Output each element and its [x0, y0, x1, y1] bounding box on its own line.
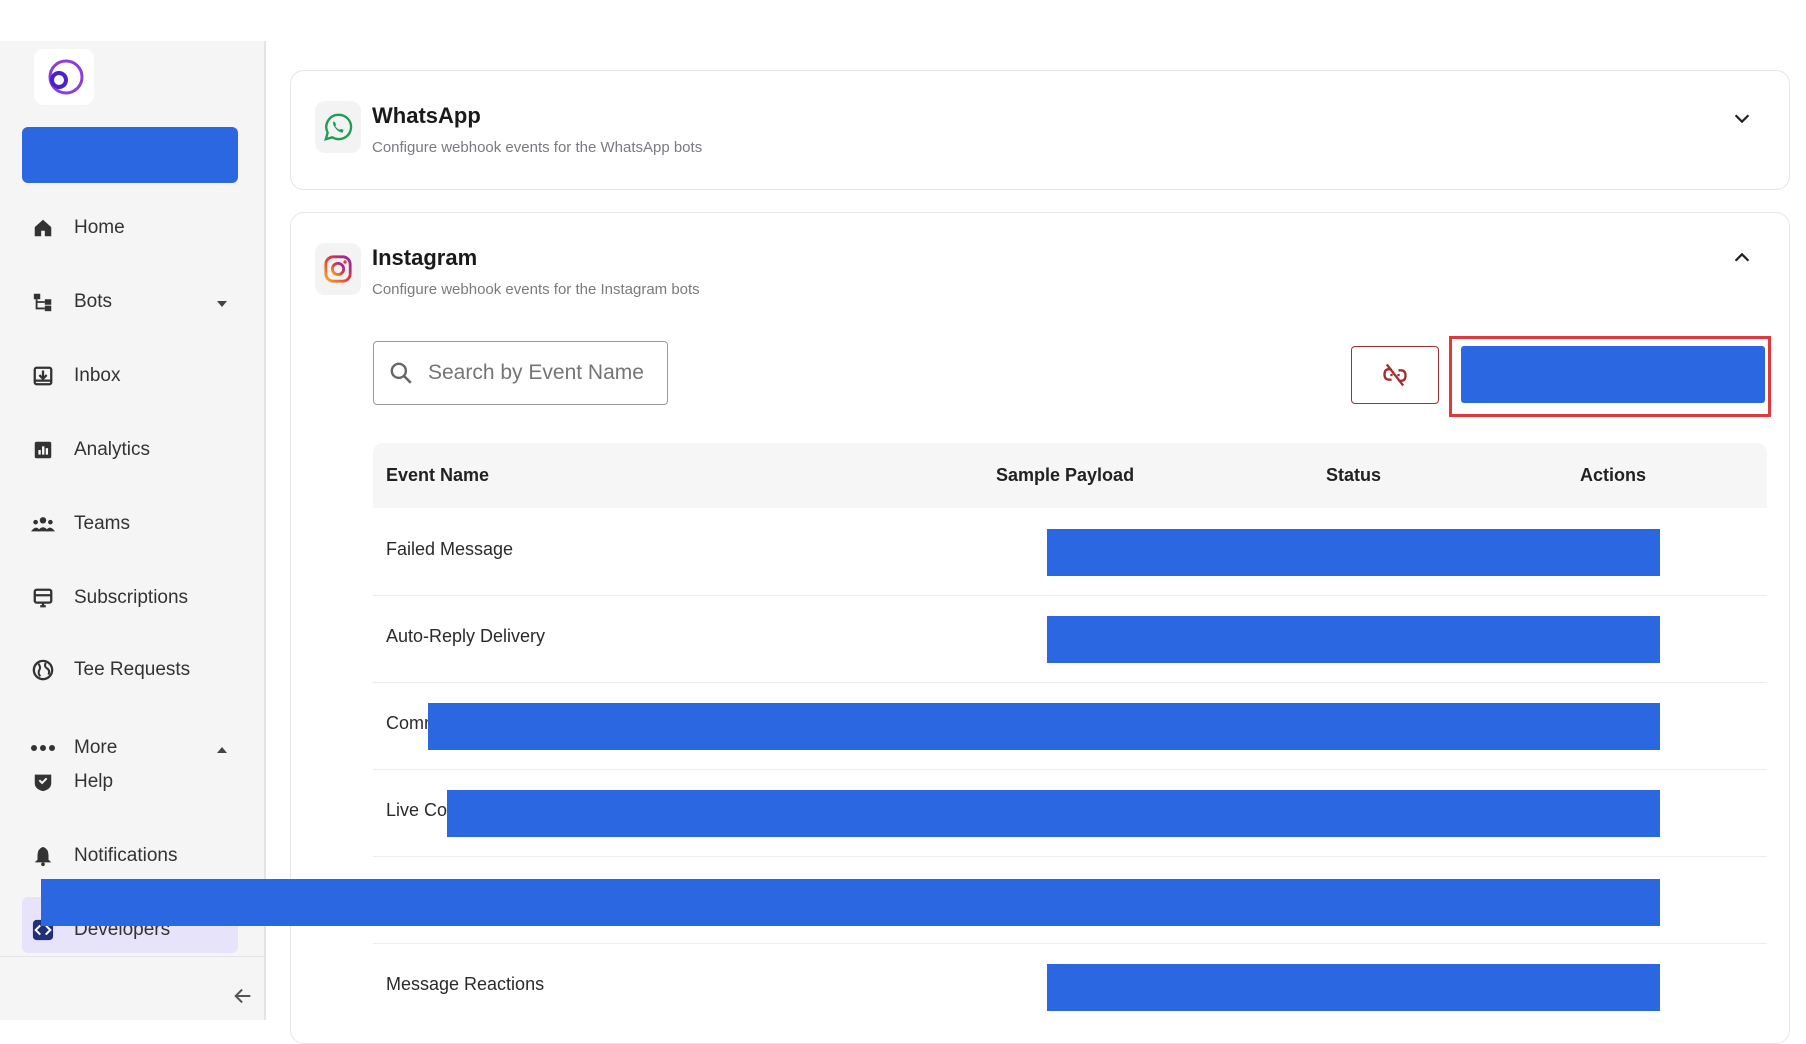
table-header: Event Name Sample Payload Status Actions: [373, 443, 1767, 508]
sidebar-item-label: Notifications: [74, 845, 178, 866]
divider: [0, 956, 264, 957]
card-subtitle: Configure webhook events for the WhatsAp…: [372, 139, 703, 156]
home-icon: [30, 215, 56, 241]
bots-icon: [30, 289, 56, 315]
row-redaction: [1047, 616, 1660, 663]
sidebar-item-label: Tee Requests: [74, 659, 191, 680]
more-icon: [30, 735, 56, 761]
unlink-icon: [1383, 363, 1407, 387]
wide-redaction: [41, 879, 1660, 926]
header-status: Status: [1326, 465, 1382, 485]
card-title: WhatsApp: [372, 103, 481, 128]
event-search-box[interactable]: [373, 341, 668, 405]
row-redaction: [428, 703, 1660, 750]
sidebar-item-label: Teams: [74, 513, 130, 534]
analytics-icon: [30, 437, 56, 463]
sidebar-item-subscriptions[interactable]: Subscriptions: [30, 585, 188, 611]
sidebar-item-notifications[interactable]: Notifications: [30, 843, 178, 869]
sidebar-item-more[interactable]: More: [30, 735, 227, 761]
row-redaction: [1047, 964, 1660, 1011]
chevron-down-icon[interactable]: [1731, 107, 1753, 129]
sidebar-item-label: Inbox: [74, 365, 121, 386]
top-strip: [0, 0, 265, 41]
inbox-icon: [30, 363, 56, 389]
sidebar-item-teams[interactable]: Teams: [30, 511, 130, 537]
annotation-highlight-box: [1449, 336, 1771, 417]
whatsapp-icon: [315, 101, 361, 153]
bell-icon: [30, 843, 56, 869]
search-input[interactable]: [426, 360, 660, 386]
row-redaction: [1047, 529, 1660, 576]
whatsapp-card[interactable]: WhatsApp Configure webhook events for th…: [290, 70, 1790, 190]
card-title: Instagram: [372, 245, 478, 270]
header-event-name: Event Name: [386, 465, 490, 485]
sidebar-item-analytics[interactable]: Analytics: [30, 437, 150, 463]
instagram-icon: [315, 243, 361, 295]
sidebar-item-label: Bots: [74, 291, 113, 312]
brand-logo[interactable]: [34, 49, 94, 105]
globe-icon: [30, 657, 56, 683]
sidebar-item-bots[interactable]: Bots: [30, 289, 227, 315]
sidebar-item-help[interactable]: Help: [30, 769, 113, 795]
unlink-button[interactable]: [1351, 346, 1439, 404]
event-name: Failed Message: [386, 539, 514, 559]
subscriptions-icon: [30, 585, 56, 611]
sidebar-item-label: Subscriptions: [74, 587, 189, 608]
collapse-sidebar-button[interactable]: [228, 981, 258, 1011]
sidebar-item-tee-requests[interactable]: Tee Requests: [30, 657, 190, 683]
search-icon: [390, 362, 412, 384]
sidebar-item-home[interactable]: Home: [30, 215, 125, 241]
logo-icon: [48, 59, 84, 95]
row-redaction: [447, 790, 1660, 837]
main-content: WhatsApp Configure webhook events for th…: [266, 0, 1806, 1044]
create-button-redacted[interactable]: [22, 127, 238, 183]
arrow-left-icon: [234, 988, 251, 1004]
sidebar-item-label: Home: [74, 217, 125, 238]
event-name: Message Reactions: [386, 974, 545, 994]
sidebar-item-label: Help: [74, 771, 114, 792]
event-name: Live Co: [386, 800, 448, 820]
help-icon: [30, 769, 56, 795]
sidebar-item-label: More: [74, 737, 118, 758]
sidebar-item-inbox[interactable]: Inbox: [30, 363, 120, 389]
header-actions: Actions: [1580, 465, 1647, 485]
header-sample-payload: Sample Payload: [996, 465, 1135, 485]
card-subtitle: Configure webhook events for the Instagr…: [372, 281, 700, 298]
chevron-up-icon[interactable]: [1731, 247, 1753, 269]
event-name: Auto-Reply Delivery: [386, 626, 546, 646]
sidebar-item-label: Analytics: [74, 439, 151, 460]
caret-down-icon: [216, 294, 228, 316]
caret-up-icon: [216, 740, 228, 762]
teams-icon: [30, 511, 56, 537]
sidebar: Home Bots Inbox Analytics Teams Subscrip…: [0, 41, 266, 1020]
